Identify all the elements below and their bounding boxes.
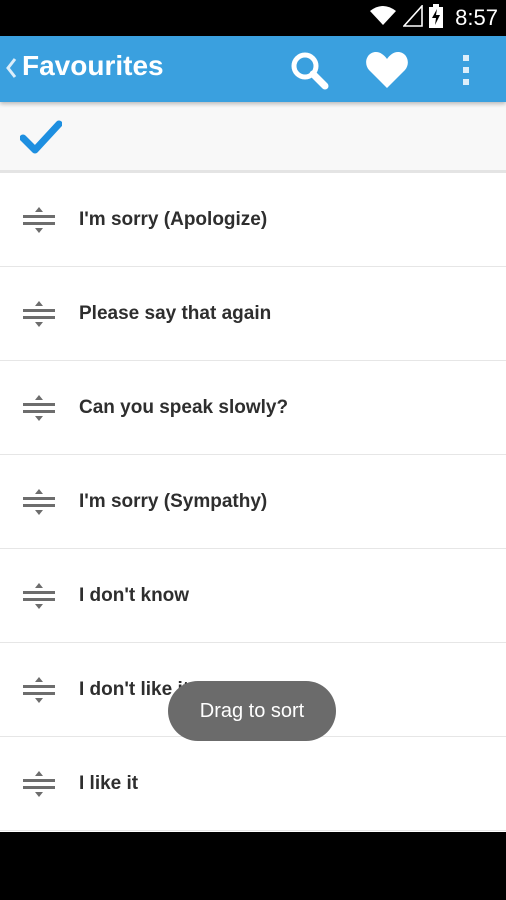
drag-handle-icon[interactable] <box>22 301 56 327</box>
list-item[interactable]: I like it <box>0 737 506 831</box>
battery-charging-icon <box>429 3 444 33</box>
list-item[interactable]: Please say that again <box>0 267 506 361</box>
list-item[interactable]: I don't know <box>0 549 506 643</box>
list-item-label: Can you speak slowly? <box>79 396 289 418</box>
checkmark-icon[interactable] <box>19 120 63 159</box>
drag-handle-icon[interactable] <box>22 207 56 233</box>
list-item-label: I'm sorry (Sympathy) <box>79 490 268 512</box>
list-item-label: Please say that again <box>79 302 272 324</box>
heart-icon[interactable] <box>365 48 409 92</box>
toast-message: Drag to sort <box>168 681 336 741</box>
list-item[interactable]: I'm sorry (Apologize) <box>0 173 506 267</box>
status-bar: 8:57 <box>0 0 506 36</box>
page-title[interactable]: Favourites <box>22 50 164 82</box>
wifi-icon <box>369 5 397 32</box>
search-icon[interactable] <box>287 48 331 92</box>
list-item-label: I'm sorry (Apologize) <box>79 208 268 230</box>
list-item[interactable]: Can you speak slowly? <box>0 361 506 455</box>
status-time: 8:57 <box>455 5 498 30</box>
drag-handle-icon[interactable] <box>22 395 56 421</box>
list-item[interactable]: I'm sorry (Sympathy) <box>0 455 506 549</box>
drag-handle-icon[interactable] <box>22 677 56 703</box>
drag-handle-icon[interactable] <box>22 771 56 797</box>
drag-handle-icon[interactable] <box>22 583 56 609</box>
overflow-menu-icon[interactable] <box>444 48 488 92</box>
app-bar: Favourites <box>0 36 506 102</box>
list-item-label: I don't know <box>79 584 190 606</box>
navigation-bar <box>0 832 506 900</box>
list-item-label: I like it <box>79 772 139 794</box>
select-all-row[interactable] <box>0 102 506 173</box>
signal-icon <box>402 3 423 32</box>
drag-handle-icon[interactable] <box>22 489 56 515</box>
status-icons: 8:57 <box>369 3 498 33</box>
back-chevron-icon[interactable] <box>4 56 18 80</box>
